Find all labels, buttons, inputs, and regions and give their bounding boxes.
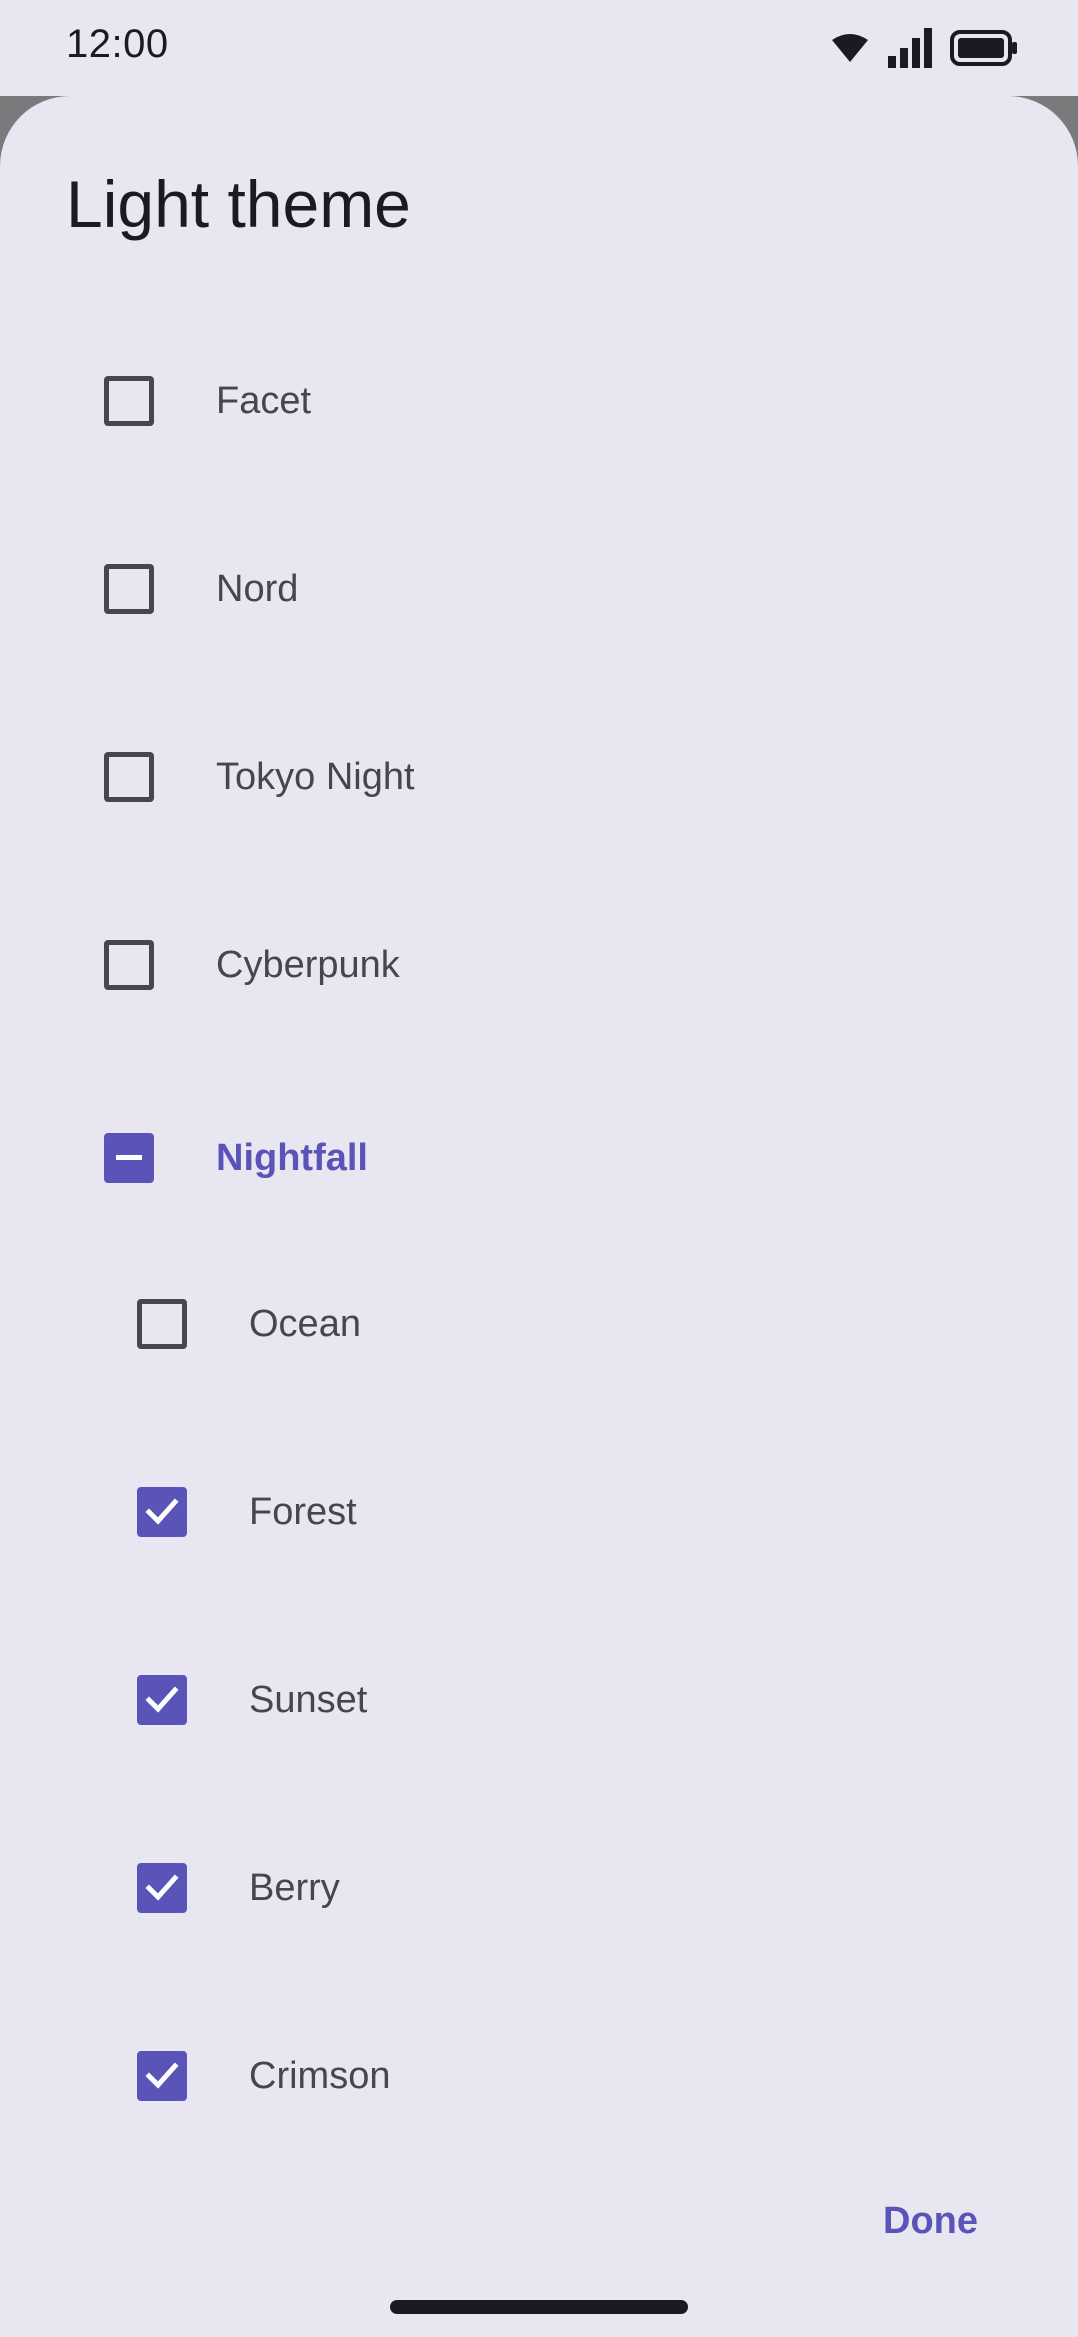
check-icon: [145, 1686, 179, 1713]
home-indicator[interactable]: [390, 2300, 688, 2314]
minus-icon: [116, 1155, 142, 1160]
option-tokyo-night[interactable]: Tokyo Night: [104, 727, 415, 827]
checkbox-nord[interactable]: [104, 564, 154, 614]
sub-option-crimson[interactable]: Crimson: [137, 2026, 390, 2126]
option-label: Cyberpunk: [216, 943, 400, 986]
dialog-title: Light theme: [66, 167, 411, 241]
sub-option-ocean[interactable]: Ocean: [137, 1274, 361, 1374]
option-facet[interactable]: Facet: [104, 351, 311, 451]
checkbox-ocean[interactable]: [137, 1299, 187, 1349]
checkbox-nightfall-indeterminate[interactable]: [104, 1133, 154, 1183]
check-icon: [145, 1498, 179, 1525]
option-nightfall[interactable]: Nightfall: [104, 1108, 368, 1208]
sub-option-label: Sunset: [249, 1678, 368, 1721]
status-bar: 12:00: [0, 0, 1078, 96]
check-icon: [145, 2062, 179, 2089]
sub-option-label: Berry: [249, 1866, 340, 1909]
wifi-icon: [830, 32, 870, 64]
status-icons: [830, 26, 1018, 70]
option-label: Tokyo Night: [216, 755, 415, 798]
theme-dialog-sheet: Light theme Facet Nord Tokyo Night Cyber…: [0, 96, 1078, 2337]
status-time: 12:00: [66, 22, 169, 66]
sub-option-label: Crimson: [249, 2054, 391, 2097]
checkbox-cyberpunk[interactable]: [104, 940, 154, 990]
option-label: Nord: [216, 567, 299, 610]
checkbox-tokyo-night[interactable]: [104, 752, 154, 802]
checkbox-crimson[interactable]: [137, 2051, 187, 2101]
sub-option-forest[interactable]: Forest: [137, 1462, 357, 1562]
checkbox-berry[interactable]: [137, 1863, 187, 1913]
option-nord[interactable]: Nord: [104, 539, 298, 639]
sub-option-label: Ocean: [249, 1302, 361, 1345]
option-cyberpunk[interactable]: Cyberpunk: [104, 915, 400, 1015]
sub-option-sunset[interactable]: Sunset: [137, 1650, 367, 1750]
option-label: Nightfall: [216, 1136, 368, 1179]
sub-option-label: Forest: [249, 1490, 357, 1533]
sub-option-berry[interactable]: Berry: [137, 1838, 340, 1938]
battery-icon: [950, 30, 1018, 66]
option-label: Facet: [216, 379, 312, 422]
checkbox-facet[interactable]: [104, 376, 154, 426]
checkbox-sunset[interactable]: [137, 1675, 187, 1725]
check-icon: [145, 1874, 179, 1901]
signal-icon: [888, 28, 932, 68]
done-button[interactable]: Done: [883, 2200, 978, 2243]
checkbox-forest[interactable]: [137, 1487, 187, 1537]
